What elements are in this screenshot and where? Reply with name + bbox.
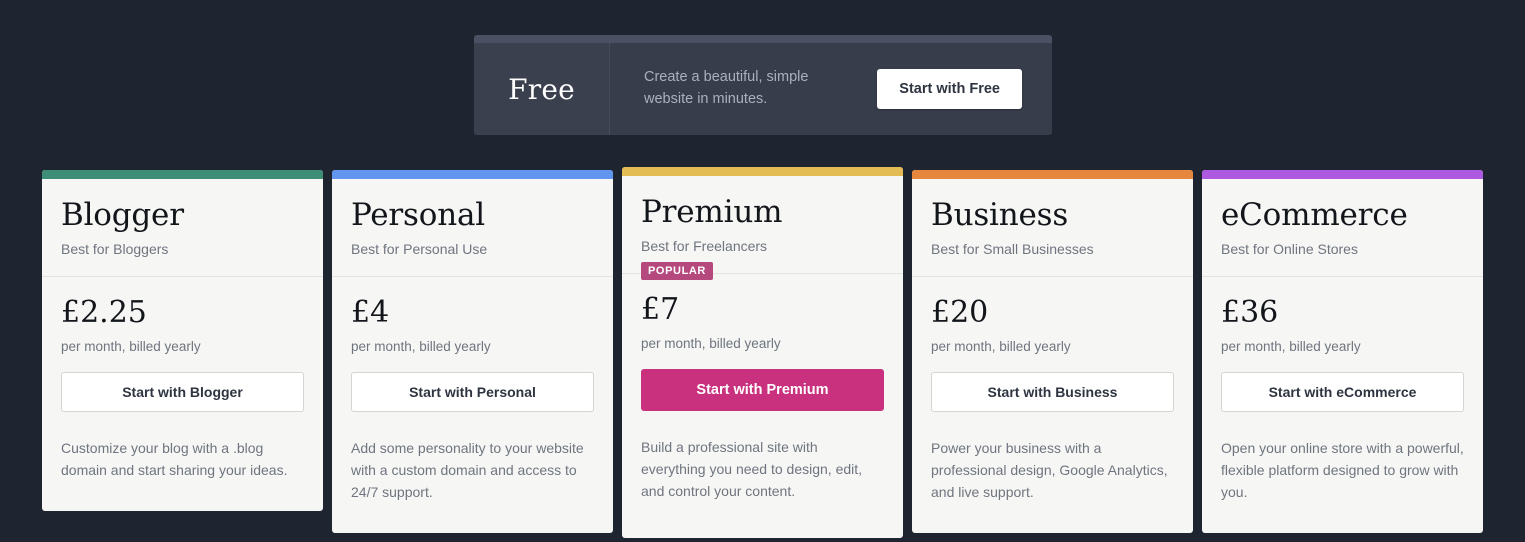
plan-price: £20 [931, 294, 989, 330]
free-plan-cta-cell: Start with Free [877, 43, 1052, 135]
free-plan-body: Free Create a beautiful, simple website … [474, 43, 1052, 135]
plan-header: Personal Best for Personal Use [332, 179, 613, 257]
plan-name: Premium [641, 194, 783, 230]
plan-price-note: per month, billed yearly [641, 335, 781, 351]
start-with-business-button[interactable]: Start with Business [931, 371, 1174, 412]
plan-description: Customize your blog with a .blog domain … [61, 439, 288, 478]
plan-accent-bar-ecommerce [1202, 170, 1483, 179]
plan-price-note: per month, billed yearly [351, 338, 491, 354]
plan-card-premium: Premium Best for Freelancers POPULAR £7 … [622, 167, 903, 538]
plan-divider [42, 275, 323, 277]
free-plan-name: Free [508, 72, 575, 106]
free-plan-name-cell: Free [474, 43, 610, 135]
plan-price-block: £4 per month, billed yearly [332, 294, 613, 354]
plan-tagline: Best for Freelancers [641, 237, 768, 254]
popular-badge: POPULAR [641, 261, 713, 280]
plan-price: £36 [1221, 294, 1279, 330]
plan-description: Power your business with a professional … [931, 439, 1168, 500]
plan-description: Build a professional site with everythin… [641, 438, 863, 499]
pricing-page: Free Create a beautiful, simple website … [0, 0, 1525, 542]
plan-tagline: Best for Small Businesses [931, 240, 1094, 257]
plan-card-business: Business Best for Small Businesses £20 p… [912, 170, 1193, 533]
plan-tagline: Best for Personal Use [351, 240, 488, 257]
plan-name: Blogger [61, 197, 184, 233]
start-with-premium-button[interactable]: Start with Premium [641, 368, 884, 411]
plan-header: eCommerce Best for Online Stores [1202, 179, 1483, 257]
plan-cta-block: Start with eCommerce [1202, 371, 1483, 412]
plan-card-personal: Personal Best for Personal Use £4 per mo… [332, 170, 613, 533]
start-with-blogger-button[interactable]: Start with Blogger [61, 371, 304, 412]
plan-price: £4 [351, 294, 390, 330]
plan-cta-block: Start with Personal [332, 371, 613, 412]
plan-tagline: Best for Online Stores [1221, 240, 1358, 257]
plan-price-block: £2.25 per month, billed yearly [42, 294, 323, 354]
plan-accent-bar-premium [622, 167, 903, 176]
plan-divider [1202, 275, 1483, 277]
plan-price-block: £36 per month, billed yearly [1202, 294, 1483, 354]
free-plan-description: Create a beautiful, simple website in mi… [644, 69, 809, 107]
free-plan-accent-bar [474, 35, 1052, 43]
plan-header: Blogger Best for Bloggers [42, 179, 323, 257]
plan-card-grid: Blogger Best for Bloggers £2.25 per mont… [42, 167, 1484, 538]
plan-name: eCommerce [1221, 197, 1408, 233]
plan-cta-block: Start with Premium [622, 368, 903, 411]
plan-header: Business Best for Small Businesses [912, 179, 1193, 257]
plan-price-block: £20 per month, billed yearly [912, 294, 1193, 354]
plan-price-note: per month, billed yearly [931, 338, 1071, 354]
start-with-personal-button[interactable]: Start with Personal [351, 371, 594, 412]
plan-divider-wrap [1202, 275, 1483, 277]
plan-header: Premium Best for Freelancers [622, 176, 903, 254]
plan-tagline: Best for Bloggers [61, 240, 169, 257]
plan-card-blogger: Blogger Best for Bloggers £2.25 per mont… [42, 170, 323, 511]
plan-divider-wrap: POPULAR [622, 261, 903, 280]
plan-cta-block: Start with Blogger [42, 371, 323, 412]
start-with-ecommerce-button[interactable]: Start with eCommerce [1221, 371, 1464, 412]
plan-divider-wrap [42, 275, 323, 277]
plan-description: Open your online store with a powerful, … [1221, 439, 1464, 500]
plan-accent-bar-business [912, 170, 1193, 179]
plan-divider-wrap [332, 275, 613, 277]
free-plan-banner: Free Create a beautiful, simple website … [474, 35, 1052, 135]
plan-cta-block: Start with Business [912, 371, 1193, 412]
plan-price: £7 [641, 291, 680, 327]
plan-price: £2.25 [61, 294, 147, 330]
plan-price-block: £7 per month, billed yearly [622, 291, 903, 351]
plan-divider [912, 275, 1193, 277]
plan-card-ecommerce: eCommerce Best for Online Stores £36 per… [1202, 170, 1483, 533]
plan-divider [332, 275, 613, 277]
free-plan-description-cell: Create a beautiful, simple website in mi… [610, 43, 877, 135]
plan-price-note: per month, billed yearly [61, 338, 201, 354]
plan-accent-bar-personal [332, 170, 613, 179]
plan-divider-wrap [912, 275, 1193, 277]
plan-price-note: per month, billed yearly [1221, 338, 1361, 354]
plan-name: Business [931, 197, 1069, 233]
plan-description: Add some personality to your website wit… [351, 439, 584, 500]
start-with-free-button[interactable]: Start with Free [877, 69, 1022, 109]
plan-name: Personal [351, 197, 485, 233]
plan-accent-bar-blogger [42, 170, 323, 179]
